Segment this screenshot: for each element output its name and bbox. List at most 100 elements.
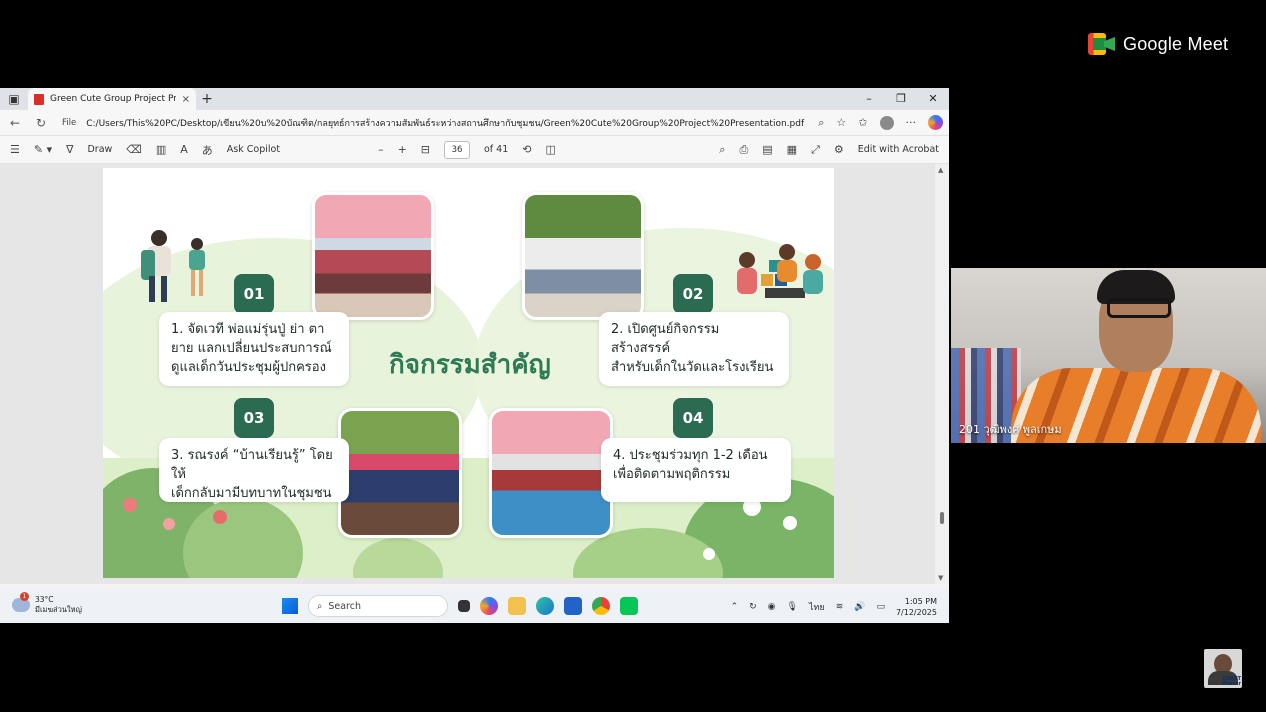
copilot-icon[interactable] (928, 115, 943, 130)
refresh-icon[interactable]: ↻ (32, 116, 50, 130)
activity-photo-1 (312, 192, 434, 320)
slide-page: กิจกรรมสำคัญ 01 02 03 04 1. จัดเวที พ่อแ… (103, 168, 834, 578)
url-field[interactable]: File C:/Users/This%20PC/Desktop/เขียน%20… (58, 113, 810, 133)
file-explorer-icon[interactable] (508, 597, 526, 615)
more-options-icon[interactable]: ··· (906, 116, 917, 129)
edit-with-acrobat-button[interactable]: Edit with Acrobat (858, 144, 939, 155)
item-number-badge: 03 (234, 398, 274, 438)
google-meet-brand: Google Meet (1088, 33, 1228, 55)
parent-child-illustration-icon (141, 226, 221, 306)
chevron-up-icon[interactable]: ⌃ (731, 602, 739, 612)
page-number-input[interactable]: 36 (444, 140, 470, 159)
item-number-badge: 01 (234, 274, 274, 314)
self-view-avatar[interactable]: CHART Master (1204, 649, 1242, 688)
activity-card-text: เพื่อติดตามพฤติกรรม (613, 467, 731, 482)
microphone-icon[interactable]: 🎙 (787, 602, 798, 612)
scroll-down-arrow-icon[interactable]: ▼ (938, 574, 943, 582)
store-icon[interactable] (564, 597, 582, 615)
clock-time: 1:05 PM (904, 597, 937, 606)
slide-title: กิจกรรมสำคัญ (389, 350, 551, 380)
battery-icon[interactable]: ▭ (876, 602, 885, 612)
chrome-browser-icon[interactable] (592, 597, 610, 615)
vertical-scrollbar[interactable]: ▲ ▼ (935, 164, 949, 584)
new-tab-button[interactable]: + (196, 91, 218, 107)
item-number-badge: 02 (673, 274, 713, 314)
tab-bar: ▣ Green Cute Group Project Presen × + – … (0, 88, 949, 110)
zoom-in-button[interactable]: + (398, 143, 407, 156)
ask-copilot-button[interactable]: Ask Copilot (227, 144, 280, 155)
camera-icon[interactable]: ◉ (768, 602, 776, 612)
settings-gear-icon[interactable]: ⚙ (834, 143, 844, 156)
contents-list-icon[interactable]: ☰ (10, 143, 20, 156)
participant-name: 201 วุฒิพงศ์ พูลเกษม (959, 423, 1062, 436)
fit-page-icon[interactable]: ⊟ (421, 143, 430, 156)
rotate-icon[interactable]: ⟲ (522, 143, 531, 156)
read-aloud-icon[interactable]: A (180, 143, 188, 156)
activity-card-text: 3. รณรงค์ “บ้านเรียนรู้” โดยให้ (171, 448, 333, 482)
language-indicator[interactable]: ไทย (809, 600, 825, 614)
profile-avatar[interactable] (879, 115, 894, 130)
save-icon[interactable]: ▤ (762, 143, 772, 156)
google-meet-title: Google Meet (1123, 33, 1229, 54)
close-tab-button[interactable]: × (182, 94, 190, 105)
weather-widget[interactable]: 1 33°C มีเมฆส่วนใหญ่ (12, 592, 82, 615)
favorites-icon[interactable]: ✩ (858, 116, 867, 129)
print-icon[interactable]: ⎙ (739, 143, 748, 157)
screen: Google Meet ▣ Green Cute Group Project P… (0, 0, 1266, 712)
activity-photo-3 (338, 408, 462, 538)
scrollbar-thumb[interactable] (940, 512, 944, 524)
page-view-icon[interactable]: ▥ (156, 143, 166, 156)
activity-card-text: 4. ประชุมร่วมทุก 1-2 เดือน (613, 448, 768, 463)
copilot-app-icon[interactable] (480, 597, 498, 615)
zoom-out-button[interactable]: – (378, 143, 384, 156)
two-page-icon[interactable]: ◫ (545, 143, 555, 156)
system-tray: ⌃ ↻ ◉ 🎙 ไทย ≋ 🔊 ▭ 1:05 PM 7/12/2025 (731, 596, 937, 618)
activity-card-2: 2. เปิดศูนย์กิจกรรมสร้างสรรค์ สำหรับเด็ก… (599, 312, 789, 386)
file-scheme-label: File (62, 117, 77, 128)
favorite-star-icon[interactable]: ☆ (836, 116, 846, 129)
minimize-button[interactable]: – (853, 88, 885, 110)
activity-card-text: 2. เปิดศูนย์กิจกรรมสร้างสรรค์ (611, 322, 720, 356)
children-blocks-illustration-icon (735, 244, 827, 304)
sync-icon[interactable]: ↻ (749, 602, 757, 612)
search-placeholder: Search (328, 600, 361, 612)
restore-button[interactable]: ❐ (885, 88, 917, 110)
windows-start-icon[interactable] (282, 598, 298, 614)
close-window-button[interactable]: ✕ (917, 88, 949, 110)
activity-card-4: 4. ประชุมร่วมทุก 1-2 เดือน เพื่อติดตามพฤ… (601, 438, 791, 502)
erase-icon[interactable]: ⌫ (126, 143, 142, 156)
back-arrow-icon[interactable]: ← (6, 116, 24, 130)
presented-browser-window: ▣ Green Cute Group Project Presen × + – … (0, 88, 949, 623)
task-view-icon[interactable] (458, 600, 470, 612)
volume-icon[interactable]: 🔊 (854, 602, 865, 612)
search-icon[interactable]: ⌕ (719, 143, 725, 157)
wifi-icon[interactable]: ≋ (836, 602, 844, 612)
taskbar-search-input[interactable]: ⌕ Search (308, 595, 448, 617)
zoom-icon[interactable]: ⌕ (818, 116, 824, 130)
tab-title: Green Cute Group Project Presen (50, 94, 176, 104)
scroll-up-arrow-icon[interactable]: ▲ (938, 166, 943, 174)
edge-browser-icon[interactable] (536, 597, 554, 615)
activity-card-text: 1. จัดเวที พ่อแม่รุ่นปู่ ย่า ตา (171, 322, 325, 337)
weather-description: มีเมฆส่วนใหญ่ (35, 605, 82, 614)
translate-icon[interactable]: あ (202, 142, 213, 158)
draw-button[interactable]: Draw (87, 144, 112, 155)
participant-video-tile[interactable]: 201 วุฒิพงศ์ พูลเกษม (951, 268, 1266, 443)
clock-date: 7/12/2025 (895, 608, 937, 617)
self-view-tag: CHART Master (1221, 676, 1241, 687)
address-bar-actions: ⌕ ☆ ✩ ··· (818, 115, 943, 130)
fullscreen-icon[interactable]: ⤢ (811, 143, 820, 157)
tab-pdf[interactable]: Green Cute Group Project Presen × (28, 88, 196, 110)
address-bar: ← ↻ File C:/Users/This%20PC/Desktop/เขีย… (0, 110, 949, 136)
taskbar-clock[interactable]: 1:05 PM 7/12/2025 (896, 596, 937, 618)
item-number-badge: 04 (673, 398, 713, 438)
highlight-icon[interactable]: ✎ ▾ (34, 143, 52, 156)
activity-card-1: 1. จัดเวที พ่อแม่รุ่นปู่ ย่า ตา ยาย แลกเ… (159, 312, 349, 386)
draw-icon[interactable]: ∇ (66, 143, 73, 156)
pdf-toolbar: ☰ ✎ ▾ ∇ Draw ⌫ ▥ A あ Ask Copilot – + ⊟ 3… (0, 136, 949, 164)
save-as-icon[interactable]: ▦ (787, 143, 797, 156)
pdf-viewer[interactable]: กิจกรรมสำคัญ 01 02 03 04 1. จัดเวที พ่อแ… (0, 164, 949, 584)
tab-actions-icon[interactable]: ▣ (0, 88, 28, 110)
line-app-icon[interactable] (620, 597, 638, 615)
activity-card-text: ยาย แลกเปลี่ยนประสบการณ์ (171, 341, 332, 356)
